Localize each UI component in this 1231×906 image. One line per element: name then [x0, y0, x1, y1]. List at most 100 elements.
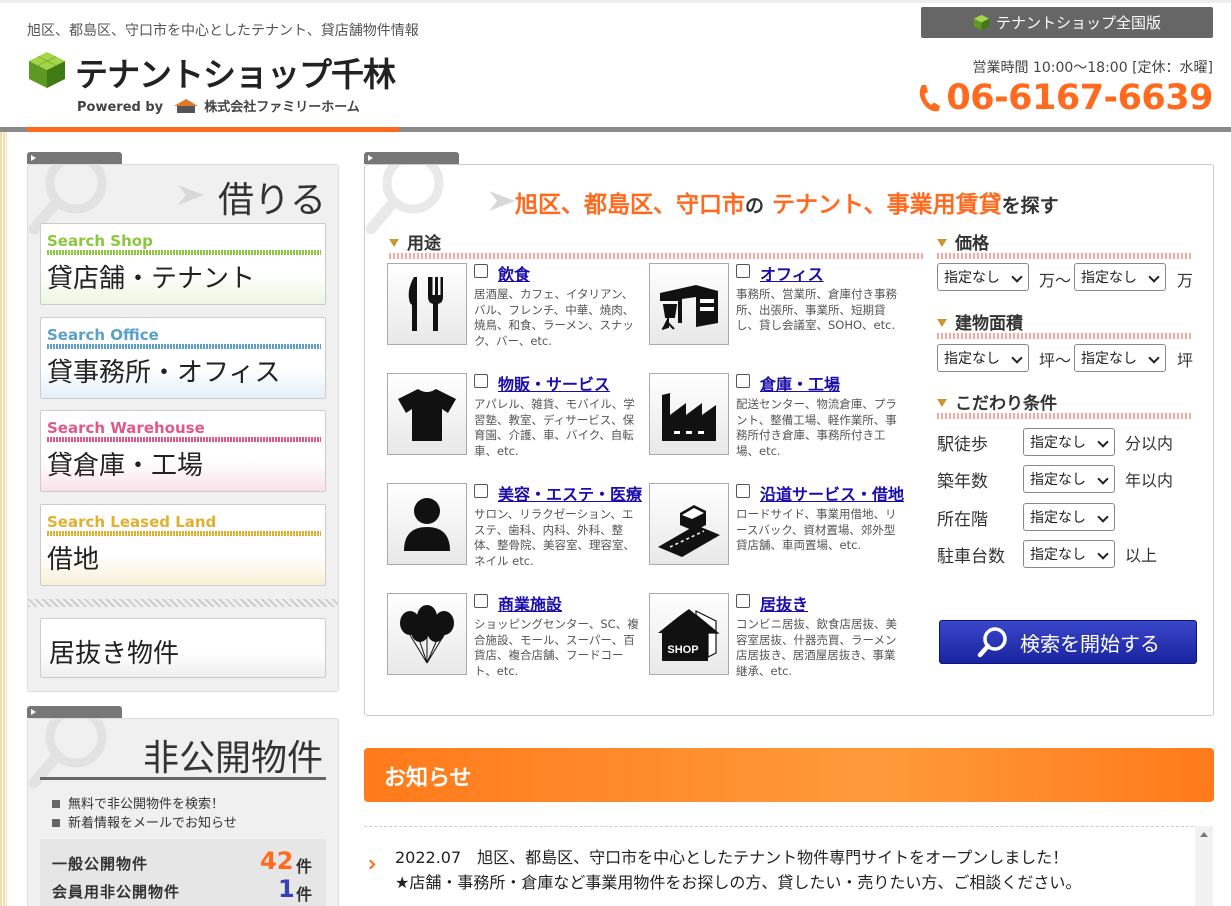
usage-description: ロードサイド、事業用借地、リースバック、資材置場、郊外型貸店舗、車両置場、etc…: [736, 507, 897, 552]
office-desk-icon: [660, 285, 718, 330]
usage-link-warehouse[interactable]: 倉庫・工場: [760, 371, 840, 395]
condition-floor-select[interactable]: 指定なし: [1023, 503, 1115, 531]
count-value-public: 42: [260, 847, 294, 875]
condition-unit: 年以内: [1125, 471, 1174, 490]
condition-value: 指定なし: [1030, 547, 1086, 563]
usage-checkbox-ibasho[interactable]: [736, 594, 750, 608]
usage-link-roadside[interactable]: 沿道サービス・借地: [760, 481, 904, 505]
news-header: お知らせ: [364, 748, 1214, 802]
company-house-icon: [173, 99, 198, 113]
svg-text:SHOP: SHOP: [667, 644, 698, 656]
usage-checkbox-food[interactable]: [474, 264, 488, 278]
area-min-select[interactable]: 指定なし: [937, 344, 1029, 372]
count-label-private: 会員用非公開物件: [52, 883, 181, 901]
private-panel[interactable]: 非公開物件 無料で非公開物件を検索！ 新着情報をメールでお知らせ 一般公開物件 …: [27, 718, 339, 906]
usage-description: サロン、リラクゼーション、エステ、歯科、内科、外科、整体、整骨院、美容室、理容室…: [474, 507, 635, 568]
price-min-select[interactable]: 指定なし: [937, 263, 1029, 291]
phone-number-text: 06-6167-6639: [946, 78, 1213, 118]
sidebar-item-label: 借地: [47, 545, 100, 575]
magnifier-watermark-icon: [365, 165, 444, 235]
conditions-section-title: こだわり条件: [937, 389, 1057, 414]
price-min-unit: 万〜: [1039, 271, 1072, 290]
usage-section-title: 用途: [389, 229, 441, 254]
usage-icon-button[interactable]: [387, 263, 467, 345]
sidebar-item-en: Search Warehouse: [47, 419, 205, 437]
search-submit-button[interactable]: 検索を開始する: [939, 620, 1197, 664]
usage-icon-button[interactable]: [649, 373, 729, 455]
count-value-private: 1: [278, 875, 295, 903]
search-panel: 旭区、都島区、守口市の テナント、事業用賃貸を探す 用途 飲食 居酒屋、カフェ、…: [364, 164, 1214, 716]
area-section-title: 建物面積: [937, 309, 1023, 334]
conditions-section-line: [937, 413, 1193, 419]
site-logo[interactable]: テナントショップ千林 Powered by 株式会社ファミリーホーム: [27, 48, 407, 118]
sidebar-item-stripe: [47, 250, 321, 255]
header-bar: [0, 127, 1231, 132]
area-max-select[interactable]: 指定なし: [1074, 344, 1166, 372]
title-arrow-icon: [178, 185, 204, 205]
chevron-down-icon: [1011, 352, 1023, 364]
usage-icon-button[interactable]: [387, 483, 467, 565]
sidebar-item-shop[interactable]: Search Shop 貸店舗・テナント: [40, 223, 326, 305]
usage-description: 居酒屋、カフェ、イタリアン、バル、フレンチ、中華、焼肉、焼鳥、和食、ラーメン、ス…: [474, 287, 635, 348]
condition-label: 駐車台数: [937, 547, 1005, 567]
condition-building-age-select[interactable]: 指定なし: [1023, 465, 1115, 493]
sidebar-item-stripe: [47, 437, 321, 442]
usage-link-food[interactable]: 飲食: [498, 261, 530, 285]
news-scrollbar[interactable]: [1195, 826, 1213, 906]
price-max-select[interactable]: 指定なし: [1074, 263, 1166, 291]
sidebar-item-office[interactable]: Search Office 貸事務所・オフィス: [40, 317, 326, 399]
usage-item-roadside: 沿道サービス・借地 ロードサイド、事業用借地、リースバック、資材置場、郊外型貸店…: [649, 483, 909, 565]
usage-checkbox-office[interactable]: [736, 264, 750, 278]
rent-panel-title: 借りる: [218, 180, 327, 221]
private-panel-title: 非公開物件: [143, 738, 324, 779]
logo-name: テナントショップ千林: [75, 55, 396, 94]
condition-label: 築年数: [937, 472, 988, 492]
chevron-down-icon: [1097, 548, 1109, 560]
sidebar-item-en: Search Shop: [47, 232, 153, 250]
news-item[interactable]: 2022.07 旭区、都島区、守口市を中心としたテナント物件専門サイトをオープン…: [364, 826, 1194, 906]
usage-item-warehouse: 倉庫・工場 配送センター、物流倉庫、プラント、整備工場、軽作業所、事務所付き倉庫…: [649, 371, 909, 458]
sidebar-item-leased-land[interactable]: Search Leased Land 借地: [40, 504, 326, 586]
usage-link-ibasho[interactable]: 居抜き: [760, 591, 808, 615]
price-section-line: [937, 253, 1193, 259]
usage-link-retail[interactable]: 物販・サービス: [498, 371, 610, 395]
condition-label: 駅徒歩: [937, 435, 988, 455]
usage-icon-button[interactable]: SHOP: [649, 593, 729, 675]
sidebar-item-ibasho[interactable]: 居抜き物件: [40, 618, 326, 678]
usage-icon-button[interactable]: [387, 593, 467, 675]
national-site-button[interactable]: テナントショップ全国版: [921, 7, 1213, 38]
private-note: 新着情報をメールでお知らせ: [52, 812, 237, 831]
condition-unit: 以上: [1125, 546, 1158, 565]
usage-checkbox-commercial[interactable]: [474, 594, 488, 608]
usage-link-beauty[interactable]: 美容・エステ・医療: [498, 481, 642, 505]
phone-number[interactable]: 06-6167-6639: [915, 78, 1213, 118]
header-topline: [0, 0, 1231, 3]
area-max-value: 指定なし: [1081, 351, 1137, 367]
rent-panel-tab: [27, 152, 122, 164]
search-heading: 旭区、都島区、守口市の テナント、事業用賃貸を探す: [515, 185, 1059, 219]
price-min-value: 指定なし: [944, 270, 1000, 286]
usage-checkbox-warehouse[interactable]: [736, 374, 750, 388]
heading-type: テナント、事業用賃貸: [772, 192, 1002, 218]
usage-icon-button[interactable]: [387, 373, 467, 455]
usage-checkbox-roadside[interactable]: [736, 484, 750, 498]
area-min-value: 指定なし: [944, 351, 1000, 367]
usage-link-office[interactable]: オフィス: [760, 261, 824, 285]
usage-checkbox-retail[interactable]: [474, 374, 488, 388]
title-arrow-icon: [489, 191, 515, 211]
condition-value: 指定なし: [1030, 510, 1086, 526]
condition-station-walk-select[interactable]: 指定なし: [1023, 428, 1115, 456]
private-title-underline: [40, 777, 326, 780]
person-icon: [404, 498, 450, 551]
usage-icon-button[interactable]: [649, 483, 729, 565]
condition-parking-select[interactable]: 指定なし: [1023, 540, 1115, 568]
usage-description: 配送センター、物流倉庫、プラント、整備工場、軽作業所、事務所付き倉庫、事務所付き…: [736, 397, 897, 458]
usage-checkbox-beauty[interactable]: [474, 484, 488, 498]
usage-icon-button[interactable]: [649, 263, 729, 345]
sidebar-item-warehouse[interactable]: Search Warehouse 貸倉庫・工場: [40, 410, 326, 492]
tshirt-icon: [398, 389, 456, 441]
area-section-line: [937, 333, 1193, 339]
usage-description: ショッピングセンター、SC、複合施設、モール、スーパー、百貨店、複合店舗、フード…: [474, 617, 639, 678]
condition-value: 指定なし: [1030, 435, 1086, 451]
usage-link-commercial[interactable]: 商業施設: [498, 591, 562, 615]
